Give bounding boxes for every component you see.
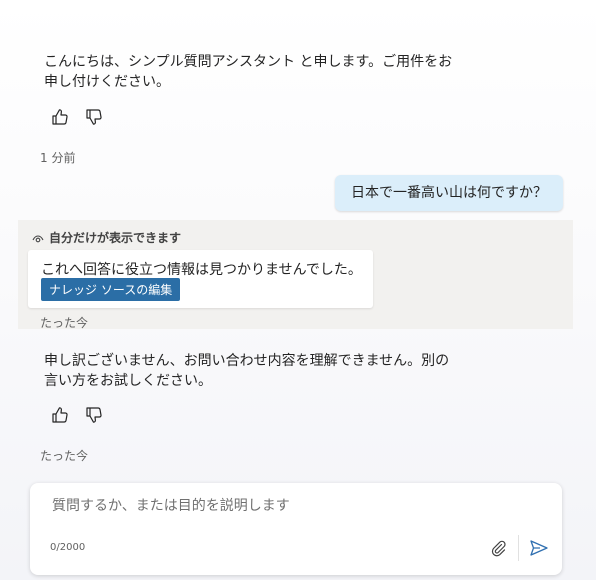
composer-divider (518, 535, 519, 561)
chat-pane: こんにちは、シンプル質問アシスタント と申します。ご用件をお 申し付けください。… (0, 0, 596, 580)
private-notice-panel: 自分だけが表示できます これへ回答に役立つ情報は見つかりませんでした。 ナレッジ… (18, 220, 573, 330)
thumbs-down-icon[interactable] (84, 405, 104, 425)
fallback-line-1: 申し訳ございません、お問い合わせ内容を理解できません。別の (44, 353, 450, 369)
edit-knowledge-source-button[interactable]: ナレッジ ソースの編集 (41, 278, 181, 301)
eye-icon (32, 233, 44, 243)
bot-greeting-message: こんにちは、シンプル質問アシスタント と申します。ご用件をお 申し付けください。 (44, 52, 464, 92)
paperclip-icon[interactable] (489, 539, 507, 557)
greeting-timestamp: 1 分前 (40, 151, 76, 165)
greeting-line-2: 申し付けください。 (44, 74, 170, 90)
thumbs-up-icon[interactable] (50, 405, 70, 425)
private-notice-message: これへ回答に役立つ情報は見つかりませんでした。 (41, 262, 362, 278)
fallback-line-2: 言い方をお試しください。 (44, 373, 212, 389)
message-composer: 0/2000 (30, 483, 562, 575)
send-icon[interactable] (529, 539, 549, 557)
char-count: 0/2000 (50, 542, 86, 553)
greeting-feedback (50, 107, 104, 127)
greeting-line-1: こんにちは、シンプル質問アシスタント と申します。ご用件をお (44, 54, 453, 70)
private-notice-timestamp: たった今 (40, 316, 89, 330)
user-message-bubble: 日本で一番高い山は何ですか？ (335, 175, 563, 211)
fallback-feedback (50, 405, 104, 425)
bot-fallback-message: 申し訳ございません、お問い合わせ内容を理解できません。別の 言い方をお試しくださ… (44, 351, 464, 391)
message-input[interactable] (50, 493, 534, 519)
private-notice-header: 自分だけが表示できます (32, 229, 181, 246)
fallback-timestamp: たった今 (40, 449, 89, 463)
private-notice-card: これへ回答に役立つ情報は見つかりませんでした。 ナレッジ ソースの編集 (28, 250, 373, 308)
thumbs-up-icon[interactable] (50, 107, 70, 127)
private-notice-header-text: 自分だけが表示できます (49, 231, 182, 245)
thumbs-down-icon[interactable] (84, 107, 104, 127)
